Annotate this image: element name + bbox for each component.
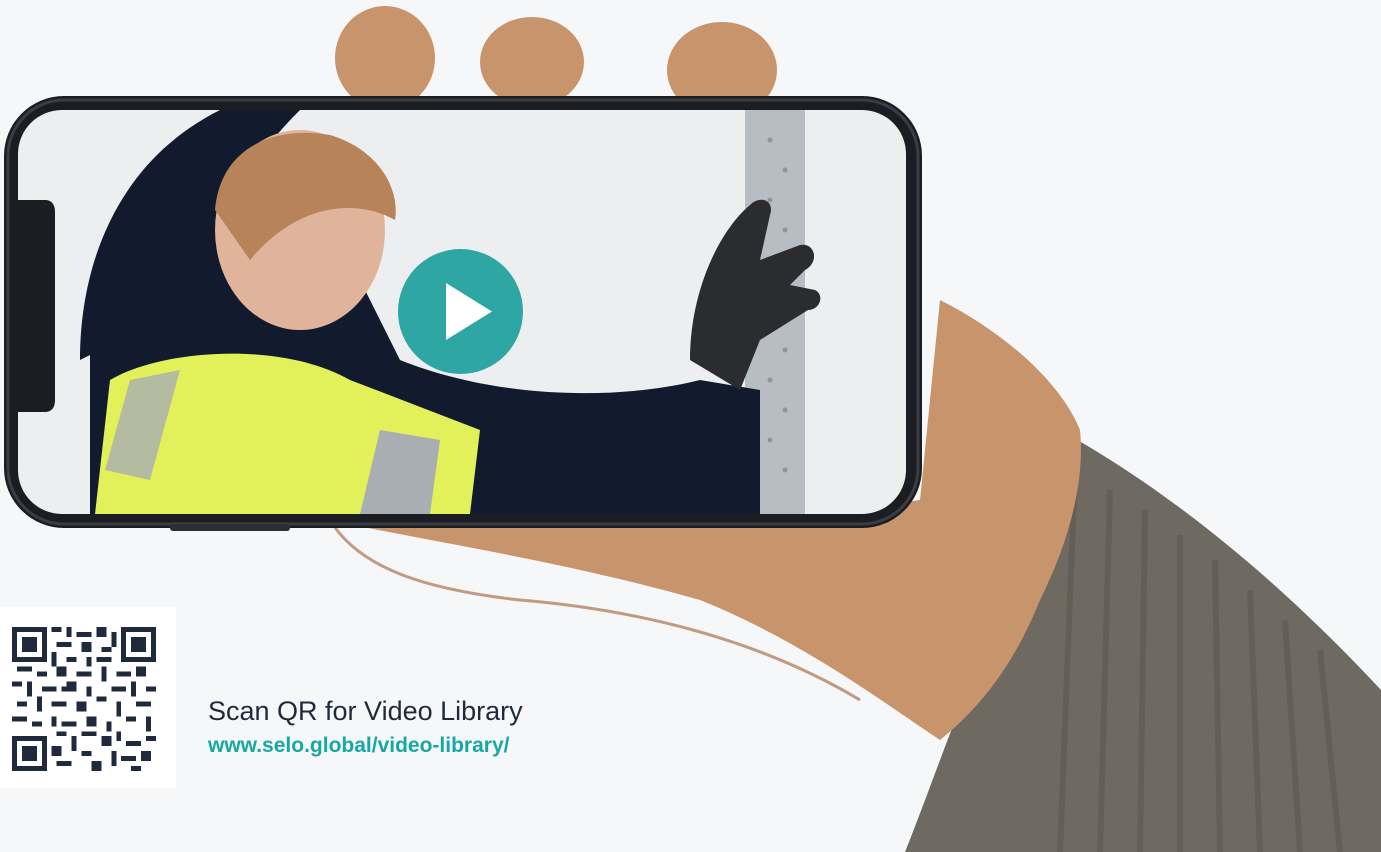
play-icon [446,283,492,340]
video-library-cta: Scan QR for Video Library www.selo.globa… [208,694,628,758]
finger-1 [335,6,435,110]
phone-notch [18,200,55,412]
finger-2 [480,17,584,107]
cta-title: Scan QR for Video Library [208,696,523,726]
video-library-link[interactable]: www.selo.global/video-library/ [208,734,509,758]
qr-code[interactable] [0,607,176,788]
play-button[interactable] [398,249,523,374]
qr-code-icon [12,627,156,771]
